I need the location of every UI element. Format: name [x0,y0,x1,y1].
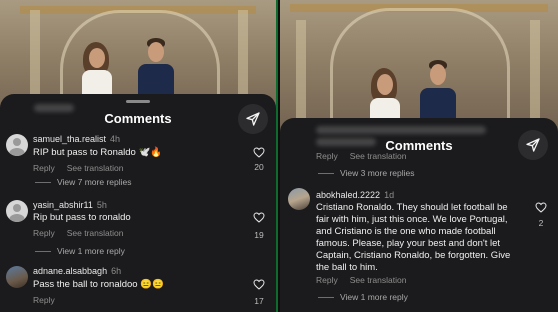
right-screenshot: Comments Reply See translation View 3 mor… [280,0,558,312]
view-replies-button[interactable]: View 7 more replies [35,177,132,187]
comment-time: 6h [111,266,122,276]
see-translation-button[interactable]: See translation [67,163,124,173]
reply-button[interactable]: Reply [316,151,338,161]
comments-sheet: Comments Reply See translation View 3 mor… [280,118,558,312]
comment-username[interactable]: yasin_abshir11 [33,200,93,210]
blurred-content [316,126,486,134]
heart-icon[interactable] [253,147,265,158]
like-count: 2 [538,218,544,228]
see-translation-button[interactable]: See translation [350,151,407,161]
comment-text: Rip but pass to ronaldo [33,212,131,223]
previous-comment-actions: Reply See translation [316,151,406,161]
avatar[interactable] [6,200,28,222]
reply-button[interactable]: Reply [33,163,55,173]
avatar[interactable] [6,134,28,156]
share-button[interactable] [238,104,268,134]
like-count: 17 [254,296,264,306]
avatar[interactable] [288,188,310,210]
reply-button[interactable]: Reply [33,228,55,238]
view-replies-button[interactable]: View 1 more reply [318,292,408,302]
reply-button[interactable]: Reply [33,295,55,305]
comments-sheet: Comments samuel_tha.realist 4h RIP but pa… [0,94,276,312]
comment-username[interactable]: samuel_tha.realist [33,134,106,144]
avatar[interactable] [6,266,28,288]
comment-text: Pass the ball to ronaldoo 😑😑 [33,279,164,290]
send-icon [246,112,260,126]
see-translation-button[interactable]: See translation [67,228,124,238]
view-replies-button[interactable]: View 1 more reply [35,246,125,256]
comment-text: Cristiano Ronaldo. They should let footb… [316,202,511,273]
comments-title: Comments [104,111,172,126]
heart-icon[interactable] [253,212,265,223]
like-count: 20 [254,162,264,172]
send-icon [526,138,540,152]
left-screenshot: Comments samuel_tha.realist 4h RIP but pa… [0,0,278,312]
comment-time: 4h [110,134,121,144]
share-button[interactable] [518,130,548,160]
view-replies-button[interactable]: View 3 more replies [318,168,415,178]
comment-text: RIP but pass to Ronaldo 🕊️🔥 [33,147,163,158]
like-count: 19 [254,230,264,240]
comment-username[interactable]: adnane.alsabbagh [33,266,107,276]
comment-username[interactable]: abokhaled.2222 [316,190,380,200]
see-translation-button[interactable]: See translation [350,275,407,285]
heart-icon[interactable] [253,279,265,290]
comment-time: 5h [96,200,107,210]
sheet-drag-handle[interactable] [126,100,150,103]
reply-button[interactable]: Reply [316,275,338,285]
comment-time: 1d [384,190,395,200]
heart-icon[interactable] [535,202,547,213]
